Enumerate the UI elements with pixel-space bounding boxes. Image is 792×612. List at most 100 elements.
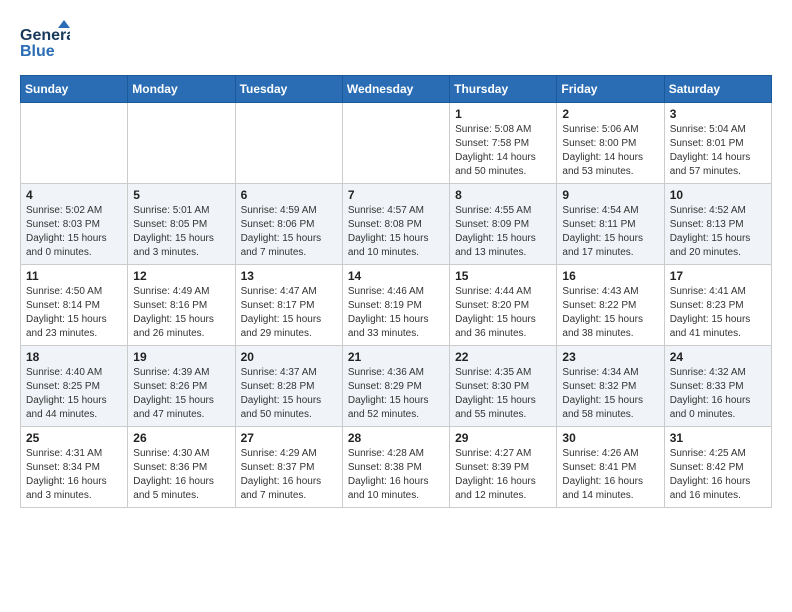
day-info: Sunrise: 4:30 AM Sunset: 8:36 PM Dayligh… bbox=[133, 447, 229, 503]
day-info: Sunrise: 4:28 AM Sunset: 8:38 PM Dayligh… bbox=[348, 447, 444, 503]
calendar-week-row: 1 Sunrise: 5:08 AM Sunset: 7:58 PM Daylig… bbox=[21, 103, 772, 184]
calendar-cell: 21 Sunrise: 4:36 AM Sunset: 8:29 PM Dayli… bbox=[342, 346, 449, 427]
day-number: 17 bbox=[670, 269, 766, 283]
day-info: Sunrise: 4:49 AM Sunset: 8:16 PM Dayligh… bbox=[133, 285, 229, 341]
day-info: Sunrise: 4:36 AM Sunset: 8:29 PM Dayligh… bbox=[348, 366, 444, 422]
calendar-cell: 12 Sunrise: 4:49 AM Sunset: 8:16 PM Dayli… bbox=[128, 265, 235, 346]
day-number: 2 bbox=[562, 107, 658, 121]
day-number: 15 bbox=[455, 269, 551, 283]
day-info: Sunrise: 5:01 AM Sunset: 8:05 PM Dayligh… bbox=[133, 204, 229, 260]
day-number: 7 bbox=[348, 188, 444, 202]
day-info: Sunrise: 4:37 AM Sunset: 8:28 PM Dayligh… bbox=[241, 366, 337, 422]
day-of-week-header: Monday bbox=[128, 76, 235, 103]
calendar-cell: 15 Sunrise: 4:44 AM Sunset: 8:20 PM Dayli… bbox=[450, 265, 557, 346]
calendar-cell: 24 Sunrise: 4:32 AM Sunset: 8:33 PM Dayli… bbox=[664, 346, 771, 427]
day-info: Sunrise: 4:31 AM Sunset: 8:34 PM Dayligh… bbox=[26, 447, 122, 503]
day-number: 30 bbox=[562, 431, 658, 445]
day-info: Sunrise: 4:25 AM Sunset: 8:42 PM Dayligh… bbox=[670, 447, 766, 503]
calendar-cell: 1 Sunrise: 5:08 AM Sunset: 7:58 PM Daylig… bbox=[450, 103, 557, 184]
day-info: Sunrise: 4:47 AM Sunset: 8:17 PM Dayligh… bbox=[241, 285, 337, 341]
day-info: Sunrise: 4:44 AM Sunset: 8:20 PM Dayligh… bbox=[455, 285, 551, 341]
day-number: 18 bbox=[26, 350, 122, 364]
day-number: 20 bbox=[241, 350, 337, 364]
calendar-week-row: 4Sunrise: 5:02 AM Sunset: 8:03 PM Daylig… bbox=[21, 184, 772, 265]
calendar-cell: 7 Sunrise: 4:57 AM Sunset: 8:08 PM Daylig… bbox=[342, 184, 449, 265]
day-number: 27 bbox=[241, 431, 337, 445]
day-number: 10 bbox=[670, 188, 766, 202]
calendar-cell bbox=[342, 103, 449, 184]
day-number: 9 bbox=[562, 188, 658, 202]
calendar-cell: 25 Sunrise: 4:31 AM Sunset: 8:34 PM Dayli… bbox=[21, 427, 128, 508]
day-number: 6 bbox=[241, 188, 337, 202]
calendar-cell: 16Sunrise: 4:43 AM Sunset: 8:22 PM Dayli… bbox=[557, 265, 664, 346]
calendar-cell: 31 Sunrise: 4:25 AM Sunset: 8:42 PM Dayli… bbox=[664, 427, 771, 508]
calendar-cell: 28 Sunrise: 4:28 AM Sunset: 8:38 PM Dayli… bbox=[342, 427, 449, 508]
day-number: 12 bbox=[133, 269, 229, 283]
calendar-header-row: SundayMondayTuesdayWednesdayThursdayFrid… bbox=[21, 76, 772, 103]
day-info: Sunrise: 4:26 AM Sunset: 8:41 PM Dayligh… bbox=[562, 447, 658, 503]
day-number: 14 bbox=[348, 269, 444, 283]
day-number: 28 bbox=[348, 431, 444, 445]
day-info: Sunrise: 4:52 AM Sunset: 8:13 PM Dayligh… bbox=[670, 204, 766, 260]
day-of-week-header: Wednesday bbox=[342, 76, 449, 103]
day-number: 24 bbox=[670, 350, 766, 364]
svg-text:General: General bbox=[20, 27, 70, 44]
day-number: 5 bbox=[133, 188, 229, 202]
calendar-cell bbox=[235, 103, 342, 184]
day-of-week-header: Friday bbox=[557, 76, 664, 103]
day-number: 29 bbox=[455, 431, 551, 445]
calendar-cell: 22 Sunrise: 4:35 AM Sunset: 8:30 PM Dayli… bbox=[450, 346, 557, 427]
day-info: Sunrise: 4:35 AM Sunset: 8:30 PM Dayligh… bbox=[455, 366, 551, 422]
day-info: Sunrise: 4:34 AM Sunset: 8:32 PM Dayligh… bbox=[562, 366, 658, 422]
svg-text:Blue: Blue bbox=[20, 43, 55, 60]
day-number: 3 bbox=[670, 107, 766, 121]
day-info: Sunrise: 5:08 AM Sunset: 7:58 PM Dayligh… bbox=[455, 123, 551, 179]
calendar-cell bbox=[21, 103, 128, 184]
calendar-cell: 17 Sunrise: 4:41 AM Sunset: 8:23 PM Dayli… bbox=[664, 265, 771, 346]
calendar-cell: 8 Sunrise: 4:55 AM Sunset: 8:09 PM Daylig… bbox=[450, 184, 557, 265]
day-number: 1 bbox=[455, 107, 551, 121]
day-number: 23 bbox=[562, 350, 658, 364]
calendar-cell: 30 Sunrise: 4:26 AM Sunset: 8:41 PM Dayli… bbox=[557, 427, 664, 508]
calendar-cell: 29 Sunrise: 4:27 AM Sunset: 8:39 PM Dayli… bbox=[450, 427, 557, 508]
day-info: Sunrise: 4:54 AM Sunset: 8:11 PM Dayligh… bbox=[562, 204, 658, 260]
calendar-cell: 26Sunrise: 4:30 AM Sunset: 8:36 PM Dayli… bbox=[128, 427, 235, 508]
day-of-week-header: Thursday bbox=[450, 76, 557, 103]
day-number: 8 bbox=[455, 188, 551, 202]
page-header: General Blue bbox=[20, 20, 772, 65]
calendar-cell: 2 Sunrise: 5:06 AM Sunset: 8:00 PM Daylig… bbox=[557, 103, 664, 184]
calendar-cell bbox=[128, 103, 235, 184]
day-info: Sunrise: 4:39 AM Sunset: 8:26 PM Dayligh… bbox=[133, 366, 229, 422]
day-of-week-header: Sunday bbox=[21, 76, 128, 103]
day-info: Sunrise: 4:41 AM Sunset: 8:23 PM Dayligh… bbox=[670, 285, 766, 341]
day-number: 11 bbox=[26, 269, 122, 283]
calendar-cell: 13Sunrise: 4:47 AM Sunset: 8:17 PM Dayli… bbox=[235, 265, 342, 346]
calendar-cell: 3Sunrise: 5:04 AM Sunset: 8:01 PM Daylig… bbox=[664, 103, 771, 184]
day-info: Sunrise: 4:29 AM Sunset: 8:37 PM Dayligh… bbox=[241, 447, 337, 503]
day-info: Sunrise: 4:32 AM Sunset: 8:33 PM Dayligh… bbox=[670, 366, 766, 422]
day-info: Sunrise: 4:59 AM Sunset: 8:06 PM Dayligh… bbox=[241, 204, 337, 260]
calendar-week-row: 11 Sunrise: 4:50 AM Sunset: 8:14 PM Dayli… bbox=[21, 265, 772, 346]
calendar-cell: 4Sunrise: 5:02 AM Sunset: 8:03 PM Daylig… bbox=[21, 184, 128, 265]
day-info: Sunrise: 4:55 AM Sunset: 8:09 PM Dayligh… bbox=[455, 204, 551, 260]
calendar-cell: 6 Sunrise: 4:59 AM Sunset: 8:06 PM Daylig… bbox=[235, 184, 342, 265]
day-info: Sunrise: 5:06 AM Sunset: 8:00 PM Dayligh… bbox=[562, 123, 658, 179]
day-info: Sunrise: 4:46 AM Sunset: 8:19 PM Dayligh… bbox=[348, 285, 444, 341]
calendar-cell: 9 Sunrise: 4:54 AM Sunset: 8:11 PM Daylig… bbox=[557, 184, 664, 265]
day-info: Sunrise: 4:27 AM Sunset: 8:39 PM Dayligh… bbox=[455, 447, 551, 503]
calendar-table: SundayMondayTuesdayWednesdayThursdayFrid… bbox=[20, 75, 772, 508]
day-info: Sunrise: 4:43 AM Sunset: 8:22 PM Dayligh… bbox=[562, 285, 658, 341]
day-number: 21 bbox=[348, 350, 444, 364]
logo-icon: General Blue bbox=[20, 20, 70, 65]
day-number: 31 bbox=[670, 431, 766, 445]
calendar-cell: 19Sunrise: 4:39 AM Sunset: 8:26 PM Dayli… bbox=[128, 346, 235, 427]
day-info: Sunrise: 4:57 AM Sunset: 8:08 PM Dayligh… bbox=[348, 204, 444, 260]
calendar-week-row: 25 Sunrise: 4:31 AM Sunset: 8:34 PM Dayli… bbox=[21, 427, 772, 508]
calendar-cell: 5 Sunrise: 5:01 AM Sunset: 8:05 PM Daylig… bbox=[128, 184, 235, 265]
calendar-cell: 23 Sunrise: 4:34 AM Sunset: 8:32 PM Dayli… bbox=[557, 346, 664, 427]
day-number: 25 bbox=[26, 431, 122, 445]
day-number: 22 bbox=[455, 350, 551, 364]
day-of-week-header: Tuesday bbox=[235, 76, 342, 103]
day-info: Sunrise: 4:40 AM Sunset: 8:25 PM Dayligh… bbox=[26, 366, 122, 422]
day-info: Sunrise: 4:50 AM Sunset: 8:14 PM Dayligh… bbox=[26, 285, 122, 341]
